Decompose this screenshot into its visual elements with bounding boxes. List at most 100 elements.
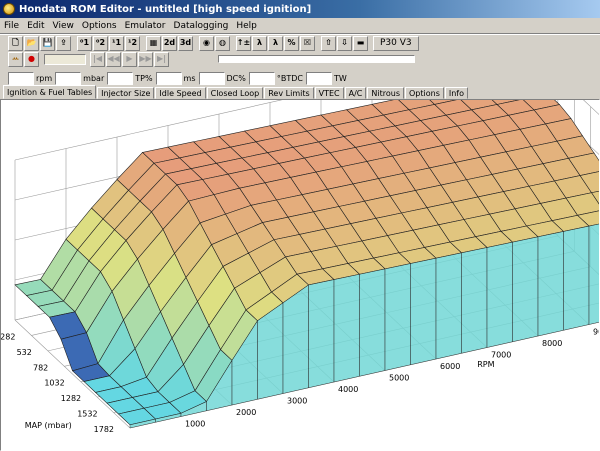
scale-button[interactable]: ☒ xyxy=(300,35,315,51)
surface-skirt-cell xyxy=(563,225,590,331)
surface-skirt-cell xyxy=(486,241,513,348)
map-unit: mbar xyxy=(83,73,105,83)
tab-info[interactable]: Info xyxy=(444,87,469,99)
menu-help[interactable]: Help xyxy=(232,21,261,31)
surface-skirt-cell xyxy=(410,257,437,366)
map-tick-label: 1782 xyxy=(94,425,114,434)
chip-button[interactable]: ▬ xyxy=(353,35,368,51)
ms-unit: ms xyxy=(183,73,196,83)
tab-options[interactable]: Options xyxy=(405,87,444,99)
map-tick-label: 1032 xyxy=(44,379,64,388)
menu-emulator[interactable]: Emulator xyxy=(121,21,170,31)
profile-selector[interactable]: P30 V3 xyxy=(373,35,419,51)
window-title: Hondata ROM Editor - untitled [high spee… xyxy=(19,3,312,15)
menu-bar: File Edit View Options Emulator Datalogg… xyxy=(0,18,600,33)
tab-idle-speed[interactable]: Idle Speed xyxy=(155,87,206,99)
tab-vtec[interactable]: VTEC xyxy=(314,87,344,99)
menu-datalogging[interactable]: Datalogging xyxy=(170,21,233,31)
tw-unit: TW xyxy=(334,73,347,83)
rpm-tick-label: 5000 xyxy=(389,374,409,383)
surface-skirt-cell xyxy=(359,268,386,377)
arrow-up-button[interactable]: ⇧ xyxy=(321,35,336,51)
dc-unit: DC% xyxy=(226,73,246,83)
lambda-button[interactable]: λ xyxy=(252,35,267,51)
menu-file[interactable]: File xyxy=(0,21,23,31)
rpm-axis-label: RPM xyxy=(477,360,494,369)
map-4-button[interactable]: ¹2 xyxy=(125,35,140,51)
record-button[interactable]: ● xyxy=(24,51,39,67)
ms-field xyxy=(155,71,182,85)
rpm-field xyxy=(8,71,34,85)
app-window: Hondata ROM Editor - untitled [high spee… xyxy=(0,0,600,451)
map-3-button[interactable]: ¹1 xyxy=(109,35,124,51)
step-forward-button[interactable]: ▶▶ xyxy=(138,51,153,67)
tp-unit: TP% xyxy=(135,73,153,83)
skip-forward-button[interactable]: ▶| xyxy=(154,51,169,67)
datalog-button[interactable]: ꕀ xyxy=(8,51,23,67)
map-tick-label: 1532 xyxy=(77,410,97,419)
menu-options[interactable]: Options xyxy=(78,21,121,31)
map-tick-label: 282 xyxy=(1,332,15,341)
record-play-button[interactable]: ◉ xyxy=(199,35,214,51)
btdc-field xyxy=(248,71,275,85)
tab-strip: Ignition & Fuel Tables Injector Size Idl… xyxy=(3,85,469,99)
gauge-bar: rpm mbar TP% ms DC% °BTDC TW xyxy=(8,71,350,85)
rpm-tick-label: 3000 xyxy=(287,397,307,406)
tp-field xyxy=(107,71,134,85)
rpm-tick-label: 9000 xyxy=(593,328,600,337)
arrow-down-button[interactable]: ⇩ xyxy=(337,35,352,51)
rpm-tick-label: 4000 xyxy=(338,385,358,394)
datalog-position-slider[interactable] xyxy=(218,55,415,63)
new-file-button[interactable]: 🗋 xyxy=(8,35,23,51)
gauge-button[interactable]: ◍ xyxy=(215,35,230,51)
surface-skirt-cell xyxy=(282,284,309,394)
surface-skirt-cell xyxy=(435,252,462,360)
table-view-button[interactable]: ▦ xyxy=(146,35,161,51)
map-1-button[interactable]: ⁰1 xyxy=(77,35,92,51)
map-tick-label: 532 xyxy=(17,348,32,357)
tab-closed-loop[interactable]: Closed Loop xyxy=(206,87,264,99)
tab-nitrous[interactable]: Nitrous xyxy=(367,87,404,99)
open-file-button[interactable]: 📂 xyxy=(24,35,39,51)
map-2-button[interactable]: ⁰2 xyxy=(93,35,108,51)
dc-field xyxy=(198,71,225,85)
tab-injector-size[interactable]: Injector Size xyxy=(97,87,155,99)
add-value-button[interactable]: ↑± xyxy=(236,35,251,51)
skip-back-button[interactable]: |◀ xyxy=(90,51,105,67)
datalog-status-box xyxy=(44,53,86,65)
surface-skirt-cell xyxy=(512,236,539,343)
lambda-plus-button[interactable]: λ xyxy=(268,35,283,51)
ignition-3d-plot[interactable]: 0102030401000200030004000500060007000800… xyxy=(0,99,600,451)
upload-button[interactable]: ⇪ xyxy=(56,35,71,51)
datalog-toolbar: ꕀ ● |◀ ◀◀ ▶ ▶▶ ▶| xyxy=(8,50,170,68)
tw-field xyxy=(306,71,332,85)
play-button[interactable]: ▶ xyxy=(122,51,137,67)
title-bar: Hondata ROM Editor - untitled [high spee… xyxy=(0,0,600,18)
surface-skirt-cell xyxy=(537,231,564,337)
surface-plot-canvas[interactable]: 0102030401000200030004000500060007000800… xyxy=(1,100,600,451)
map-tick-label: 782 xyxy=(33,363,48,372)
surface-skirt-cell xyxy=(308,279,335,389)
rpm-unit: rpm xyxy=(36,73,53,83)
surface-skirt-cell xyxy=(384,263,411,371)
rpm-tick-label: 7000 xyxy=(491,351,511,360)
rpm-tick-label: 2000 xyxy=(236,408,256,417)
surface-skirt-cell xyxy=(461,247,488,354)
ignition-surface[interactable] xyxy=(14,100,600,429)
percent-button[interactable]: % xyxy=(284,35,299,51)
rpm-tick-label: 6000 xyxy=(440,362,460,371)
step-back-button[interactable]: ◀◀ xyxy=(106,51,121,67)
tab-rev-limits[interactable]: Rev Limits xyxy=(264,87,314,99)
map-tick-label: 1282 xyxy=(61,394,81,403)
tab-ac[interactable]: A/C xyxy=(344,87,367,99)
tab-ignition-fuel-tables[interactable]: Ignition & Fuel Tables xyxy=(3,85,97,99)
rpm-tick-label: 8000 xyxy=(542,339,562,348)
menu-edit[interactable]: Edit xyxy=(23,21,48,31)
view-2d-button[interactable]: 2d xyxy=(162,35,177,51)
btdc-unit: °BTDC xyxy=(276,73,303,83)
save-file-button[interactable]: 💾 xyxy=(40,35,55,51)
app-icon xyxy=(3,3,15,15)
view-3d-button[interactable]: 3d xyxy=(178,35,193,51)
rpm-tick-label: 1000 xyxy=(185,420,205,429)
menu-view[interactable]: View xyxy=(49,21,78,31)
